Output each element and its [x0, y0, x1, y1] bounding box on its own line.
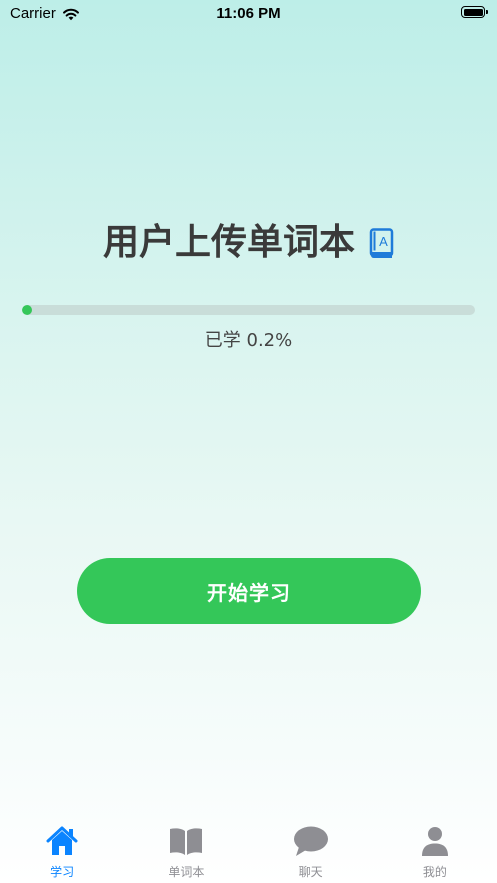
wordbook-title-row: 用户上传单词本 A — [0, 219, 497, 267]
tab-wordbook-label: 单词本 — [168, 865, 205, 879]
start-learning-button[interactable]: 开始学习 — [77, 558, 421, 624]
page-title: 用户上传单词本 — [102, 222, 355, 263]
learning-progress-bar — [22, 305, 475, 315]
battery-cap — [486, 10, 488, 14]
home-icon — [46, 826, 78, 855]
tab-chat-label: 聊天 — [298, 865, 323, 879]
svg-text:A: A — [379, 234, 388, 249]
tab-profile[interactable]: 我的 — [373, 818, 497, 883]
battery-level — [463, 8, 483, 16]
book-letter-icon: A — [369, 228, 394, 258]
tab-bar: 学习 单词本 聊天 我的 — [0, 818, 497, 883]
tab-study[interactable]: 学习 — [0, 818, 124, 883]
tab-wordbook[interactable]: 单词本 — [124, 818, 248, 883]
tab-study-label: 学习 — [50, 865, 75, 879]
status-time: 11:06 PM — [216, 5, 281, 22]
open-book-icon — [170, 828, 203, 855]
status-bar: Carrier 11:06 PM — [0, 0, 497, 28]
battery-icon — [461, 6, 488, 18]
tab-profile-label: 我的 — [422, 865, 447, 879]
learning-progress-fill — [22, 305, 32, 315]
person-icon — [421, 827, 448, 856]
progress-label: 已学 0.2% — [204, 330, 293, 351]
tab-chat[interactable]: 聊天 — [249, 818, 373, 883]
chat-bubble-icon — [293, 826, 328, 856]
